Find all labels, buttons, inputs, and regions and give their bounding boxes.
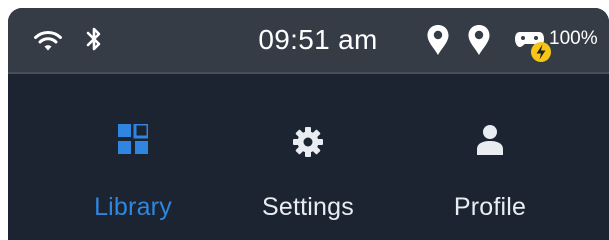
main-navigation: Library Settings Profile	[8, 74, 609, 240]
controller-charging-icon	[515, 32, 551, 62]
battery-percentage: 100%	[549, 28, 598, 49]
nav-item-settings[interactable]: Settings	[223, 74, 393, 240]
status-bar: 09:51 am 100%	[8, 8, 609, 74]
wifi-icon	[34, 30, 62, 51]
location-pin-icon	[468, 25, 490, 55]
bluetooth-icon	[86, 27, 101, 51]
nav-label-profile: Profile	[453, 193, 527, 221]
person-icon	[477, 125, 503, 155]
nav-item-profile[interactable]: Profile	[405, 74, 575, 240]
nav-label-settings: Settings	[262, 193, 354, 221]
device-screen: 09:51 am 100% Library Settings Profile	[8, 8, 609, 240]
nav-item-library[interactable]: Library	[48, 74, 218, 240]
grid-icon	[118, 124, 148, 154]
gear-icon	[293, 127, 323, 157]
nav-label-library: Library	[94, 193, 172, 221]
location-pin-icon	[427, 25, 449, 55]
status-time: 09:51 am	[258, 24, 378, 55]
